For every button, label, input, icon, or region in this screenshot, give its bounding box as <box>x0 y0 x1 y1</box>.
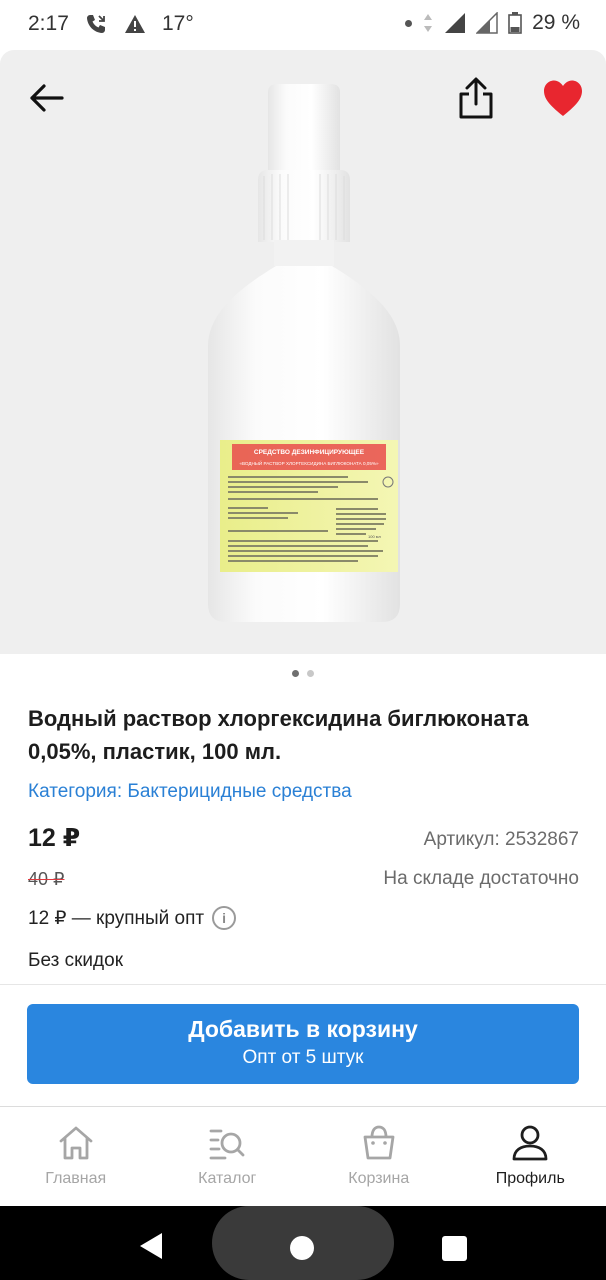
warning-icon <box>125 15 145 33</box>
nav-item-home[interactable]: Главная <box>0 1107 152 1206</box>
add-to-cart-button[interactable]: Добавить в корзину Опт от 5 штук <box>27 1004 579 1084</box>
notification-dot-icon <box>405 19 413 27</box>
system-home-icon[interactable] <box>290 1236 314 1260</box>
favorite-heart-icon[interactable] <box>542 78 584 118</box>
pager-dot[interactable] <box>307 670 314 677</box>
system-nav-bar <box>0 1206 606 1280</box>
nav-item-catalog[interactable]: Каталог <box>152 1107 304 1206</box>
info-icon[interactable]: i <box>212 906 237 930</box>
add-to-cart-sublabel: Опт от 5 штук <box>242 1047 364 1068</box>
product-photo: СРЕДСТВО ДЕЗИНФИЦИРУЮЩЕЕ «ВОДНЫЙ РАСТВОР… <box>208 84 400 622</box>
pager-dot-active[interactable] <box>292 670 299 677</box>
status-temperature: 17° <box>162 12 194 35</box>
nav-label-catalog: Каталог <box>198 1170 257 1187</box>
missed-call-icon <box>87 15 105 33</box>
nav-item-profile[interactable]: Профиль <box>455 1107 606 1206</box>
divider <box>0 984 606 985</box>
bottom-nav: Главная Каталог Корзина Профиль <box>0 1107 606 1206</box>
signal-icon-2 <box>476 12 498 34</box>
system-recents-icon[interactable] <box>442 1236 467 1261</box>
image-pager <box>0 670 606 677</box>
wholesale-price-row: 12 ₽ — крупный опт i <box>28 906 237 930</box>
home-icon <box>59 1126 93 1160</box>
wholesale-price: 12 ₽ — крупный опт <box>28 907 205 929</box>
nav-item-cart[interactable]: Корзина <box>303 1107 455 1206</box>
status-time: 2:17 <box>28 12 69 35</box>
discount-status: Без скидок <box>28 950 123 971</box>
article-number: Артикул: 2532867 <box>423 829 579 850</box>
system-back-icon[interactable] <box>138 1231 164 1261</box>
nav-label-cart: Корзина <box>348 1170 410 1187</box>
status-bar: 2:17 17° 29 % <box>0 0 606 50</box>
status-battery: 29 % <box>532 11 580 34</box>
product-image-gallery[interactable]: СРЕДСТВО ДЕЗИНФИЦИРУЮЩЕЕ «ВОДНЫЙ РАСТВОР… <box>0 50 606 654</box>
nav-label-home: Главная <box>45 1170 107 1187</box>
catalog-search-icon <box>209 1129 245 1160</box>
label-subheading: «ВОДНЫЙ РАСТВОР ХЛОРГЕКСИДИНА БИГЛЮКОНАТ… <box>239 459 379 466</box>
signal-icon <box>445 13 466 33</box>
product-price: 12 ₽ <box>28 824 81 852</box>
old-price: 40 ₽ <box>28 869 65 889</box>
category-link[interactable]: Категория: Бактерицидные средства <box>28 781 352 803</box>
stock-status: На складе достаточно <box>383 868 579 889</box>
add-to-cart-label: Добавить в корзину <box>188 1016 418 1042</box>
status-left-icons: 17° <box>84 12 194 36</box>
nav-label-profile: Профиль <box>495 1170 565 1187</box>
label-heading: СРЕДСТВО ДЕЗИНФИЦИРУЮЩЕЕ <box>254 449 365 456</box>
data-arrows-icon <box>424 14 433 32</box>
back-arrow-icon[interactable] <box>26 78 66 118</box>
bag-icon <box>363 1125 395 1160</box>
product-title: Водный раствор хлоргексидина биглюконата… <box>28 706 529 764</box>
battery-icon <box>508 12 522 34</box>
share-icon[interactable] <box>456 76 496 120</box>
label-volume: 100 мл <box>368 534 382 539</box>
status-right-icons: 29 % <box>405 11 580 35</box>
person-icon <box>512 1125 548 1161</box>
